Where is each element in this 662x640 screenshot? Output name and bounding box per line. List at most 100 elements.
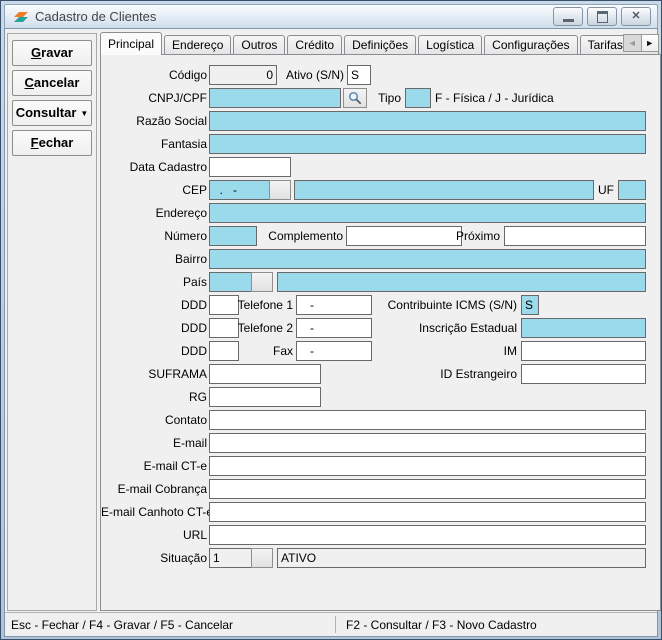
restore-icon bbox=[597, 11, 608, 23]
email-canhoto-cte-input[interactable] bbox=[209, 502, 646, 522]
email-cte-label: E-mail CT-e bbox=[101, 456, 207, 476]
pais-label: País bbox=[101, 272, 207, 292]
uf-label: UF bbox=[584, 180, 614, 200]
url-input[interactable] bbox=[209, 525, 646, 545]
cep-label: CEP bbox=[101, 180, 207, 200]
tab-scroll-left-icon[interactable]: ◄ bbox=[624, 35, 641, 51]
cnpj-cpf-input[interactable] bbox=[209, 88, 341, 108]
rg-label: RG bbox=[101, 387, 207, 407]
fax-label: Fax bbox=[213, 341, 293, 361]
im-input[interactable] bbox=[521, 341, 646, 361]
contribuinte-icms-label: Contribuinte ICMS (S/N) bbox=[317, 295, 517, 315]
close-button[interactable]: ✕ bbox=[621, 7, 651, 26]
statusbar-shortcuts-right: F2 - Consultar / F3 - Novo Cadastro bbox=[344, 618, 537, 632]
inscricao-estadual-input[interactable] bbox=[521, 318, 646, 338]
ddd1-label: DDD bbox=[101, 295, 207, 315]
complemento-label: Complemento bbox=[243, 226, 343, 246]
email-cobranca-input[interactable] bbox=[209, 479, 646, 499]
email-label: E-mail bbox=[101, 433, 207, 453]
email-canhoto-cte-label: E-mail Canhoto CT-e bbox=[101, 502, 207, 522]
data-cadastro-input[interactable] bbox=[209, 157, 291, 177]
contribuinte-icms-input[interactable] bbox=[521, 295, 539, 315]
suframa-input[interactable] bbox=[209, 364, 321, 384]
numero-label: Número bbox=[101, 226, 207, 246]
consultar-button[interactable]: Consultar▼ bbox=[12, 100, 92, 126]
situacao-descricao-input[interactable] bbox=[277, 548, 646, 568]
app-logo-icon bbox=[13, 9, 29, 25]
app-window: Cadastro de Clientes ✕ Gravar Cancelar C… bbox=[0, 0, 662, 640]
id-estrangeiro-input[interactable] bbox=[521, 364, 646, 384]
cep-logradouro-input[interactable] bbox=[294, 180, 594, 200]
ddd2-label: DDD bbox=[101, 318, 207, 338]
tab-definicoes[interactable]: Definições bbox=[344, 35, 416, 55]
statusbar-shortcuts-left: Esc - Fechar / F4 - Gravar / F5 - Cancel… bbox=[5, 618, 335, 632]
proximo-label: Próximo bbox=[440, 226, 500, 246]
tab-endereco[interactable]: Endereço bbox=[164, 35, 231, 55]
data-cadastro-label: Data Cadastro bbox=[101, 157, 207, 177]
url-label: URL bbox=[101, 525, 207, 545]
tab-scroll-right-icon[interactable]: ► bbox=[641, 35, 659, 51]
status-bar: Esc - Fechar / F4 - Gravar / F5 - Cancel… bbox=[5, 612, 657, 636]
id-estrangeiro-label: ID Estrangeiro bbox=[417, 364, 517, 384]
fantasia-input[interactable] bbox=[209, 134, 646, 154]
gravar-button[interactable]: Gravar bbox=[12, 40, 92, 66]
codigo-input[interactable] bbox=[209, 65, 277, 85]
cnpj-cpf-label: CNPJ/CPF bbox=[101, 88, 207, 108]
tab-control: Principal Endereço Outros Crédito Defini… bbox=[100, 33, 661, 611]
window-title: Cadastro de Clientes bbox=[35, 9, 553, 24]
ddd3-label: DDD bbox=[101, 341, 207, 361]
bairro-input[interactable] bbox=[209, 249, 646, 269]
uf-input[interactable] bbox=[618, 180, 646, 200]
tipo-hint: F - Física / J - Jurídica bbox=[435, 88, 554, 108]
close-icon: ✕ bbox=[631, 11, 640, 22]
proximo-input[interactable] bbox=[504, 226, 646, 246]
title-bar: Cadastro de Clientes ✕ bbox=[4, 4, 658, 28]
razao-social-input[interactable] bbox=[209, 111, 646, 131]
telefone2-label: Telefone 2 bbox=[213, 318, 293, 338]
tab-scroller: ◄ ► bbox=[623, 34, 659, 52]
inscricao-estadual-label: Inscrição Estadual bbox=[357, 318, 517, 338]
contato-label: Contato bbox=[101, 410, 207, 430]
minimize-icon bbox=[563, 19, 574, 22]
contato-input[interactable] bbox=[209, 410, 646, 430]
tab-credito[interactable]: Crédito bbox=[287, 35, 342, 55]
endereco-input[interactable] bbox=[209, 203, 646, 223]
pais-nome-input[interactable] bbox=[277, 272, 646, 292]
ativo-label: Ativo (S/N) bbox=[274, 65, 344, 85]
bairro-label: Bairro bbox=[101, 249, 207, 269]
window-controls: ✕ bbox=[553, 7, 651, 26]
email-cobranca-label: E-mail Cobrança bbox=[101, 479, 207, 499]
tab-logistica[interactable]: Logística bbox=[418, 35, 482, 55]
pais-lookup-button[interactable] bbox=[251, 272, 273, 292]
ativo-input[interactable] bbox=[347, 65, 371, 85]
cep-input[interactable] bbox=[209, 180, 270, 200]
situacao-codigo-input[interactable] bbox=[209, 548, 252, 568]
razao-social-label: Razão Social bbox=[101, 111, 207, 131]
fantasia-label: Fantasia bbox=[101, 134, 207, 154]
tab-outros[interactable]: Outros bbox=[233, 35, 285, 55]
im-label: IM bbox=[437, 341, 517, 361]
tab-configuracoes[interactable]: Configurações bbox=[484, 35, 577, 55]
telefone1-label: Telefone 1 bbox=[213, 295, 293, 315]
situacao-lookup-button[interactable] bbox=[251, 548, 273, 568]
tab-principal[interactable]: Principal bbox=[100, 32, 162, 55]
client-area: Gravar Cancelar Consultar▼ Fechar Princi… bbox=[4, 28, 658, 637]
email-cte-input[interactable] bbox=[209, 456, 646, 476]
codigo-label: Código bbox=[101, 65, 207, 85]
magnifier-icon bbox=[348, 91, 362, 105]
rg-input[interactable] bbox=[209, 387, 321, 407]
endereco-label: Endereço bbox=[101, 203, 207, 223]
minimize-button[interactable] bbox=[553, 7, 583, 26]
situacao-label: Situação bbox=[101, 548, 207, 568]
fax-input[interactable] bbox=[296, 341, 372, 361]
tipo-input[interactable] bbox=[405, 88, 431, 108]
email-input[interactable] bbox=[209, 433, 646, 453]
tipo-label: Tipo bbox=[361, 88, 401, 108]
suframa-label: SUFRAMA bbox=[101, 364, 207, 384]
pais-codigo-input[interactable] bbox=[209, 272, 252, 292]
restore-button[interactable] bbox=[587, 7, 617, 26]
tab-bar: Principal Endereço Outros Crédito Defini… bbox=[100, 33, 661, 55]
cancelar-button[interactable]: Cancelar bbox=[12, 70, 92, 96]
fechar-button[interactable]: Fechar bbox=[12, 130, 92, 156]
cep-lookup-button[interactable] bbox=[269, 180, 291, 200]
